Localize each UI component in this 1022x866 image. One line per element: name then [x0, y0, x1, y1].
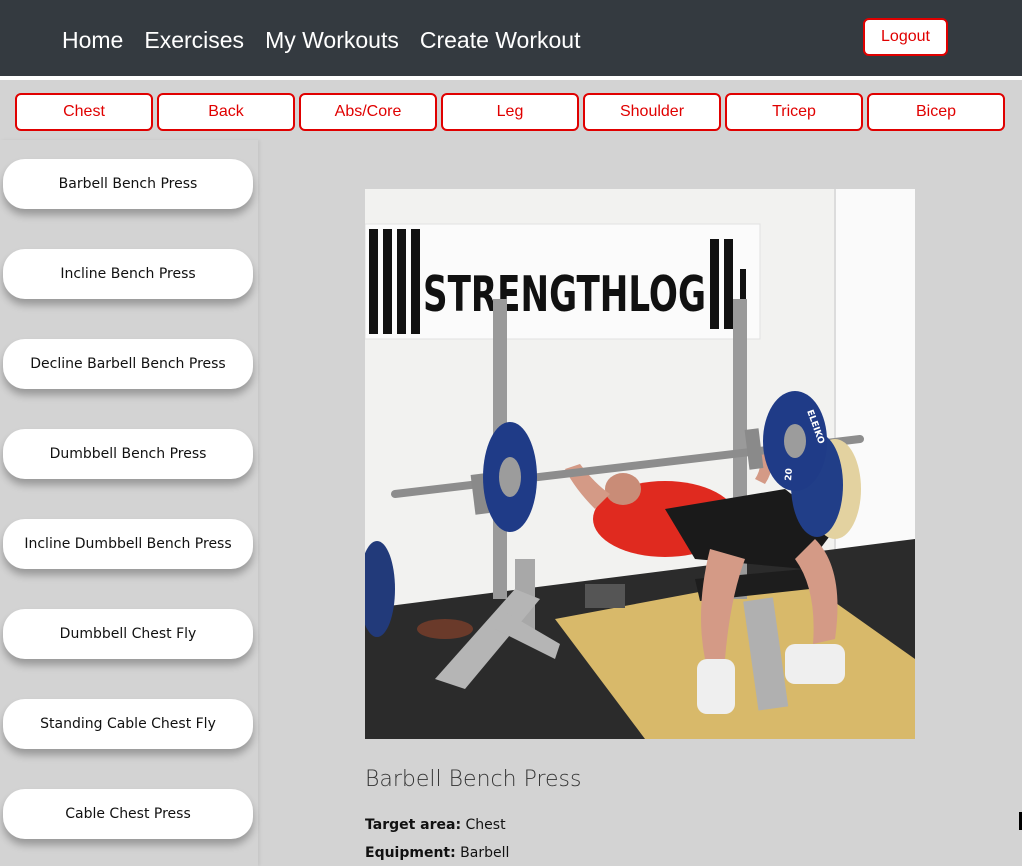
target-area-label: Target area: [365, 817, 462, 833]
category-button-chest[interactable]: Chest [15, 93, 153, 131]
exercise-item-barbell-bench-press[interactable]: Barbell Bench Press [3, 159, 253, 209]
exercise-item-decline-barbell-bench-press[interactable]: Decline Barbell Bench Press [3, 339, 253, 389]
nav-links: Home Exercises My Workouts Create Workou… [62, 26, 580, 54]
exercise-item-incline-dumbbell-bench-press[interactable]: Incline Dumbbell Bench Press [3, 519, 253, 569]
nav-link-create-workout[interactable]: Create Workout [420, 26, 581, 54]
exercise-title: Barbell Bench Press [365, 767, 582, 792]
target-area-value: Chest [465, 817, 506, 833]
category-button-back[interactable]: Back [157, 93, 295, 131]
top-navbar: Home Exercises My Workouts Create Workou… [0, 0, 1022, 80]
nav-link-home[interactable]: Home [62, 26, 123, 54]
equipment-label: Equipment: [365, 845, 456, 861]
exercise-item-cable-chest-press[interactable]: Cable Chest Press [3, 789, 253, 839]
bench-press-illustration: STRENGTHLOG ELEIKO 20 [365, 189, 915, 739]
category-button-bicep[interactable]: Bicep [867, 93, 1005, 131]
equipment-value: Barbell [460, 845, 510, 861]
exercise-sidebar: Barbell Bench Press Incline Bench Press … [0, 140, 258, 866]
exercise-item-dumbbell-bench-press[interactable]: Dumbbell Bench Press [3, 429, 253, 479]
nav-link-my-workouts[interactable]: My Workouts [265, 26, 399, 54]
image-sign-text: STRENGTHLOG [423, 266, 706, 323]
exercise-item-standing-cable-chest-fly[interactable]: Standing Cable Chest Fly [3, 699, 253, 749]
exercise-image: STRENGTHLOG ELEIKO 20 [365, 189, 915, 739]
plate-weight-text: 20 [784, 468, 795, 481]
category-bar: Chest Back Abs/Core Leg Shoulder Tricep … [15, 93, 1009, 131]
category-button-leg[interactable]: Leg [441, 93, 579, 131]
category-button-shoulder[interactable]: Shoulder [583, 93, 721, 131]
category-button-abs-core[interactable]: Abs/Core [299, 93, 437, 131]
exercise-item-dumbbell-chest-fly[interactable]: Dumbbell Chest Fly [3, 609, 253, 659]
target-area-line: Target area: Chest [365, 817, 965, 833]
category-button-tricep[interactable]: Tricep [725, 93, 863, 131]
nav-link-exercises[interactable]: Exercises [144, 26, 244, 54]
logout-button[interactable]: Logout [863, 18, 948, 56]
exercise-item-incline-bench-press[interactable]: Incline Bench Press [3, 249, 253, 299]
equipment-line: Equipment: Barbell [365, 845, 965, 861]
